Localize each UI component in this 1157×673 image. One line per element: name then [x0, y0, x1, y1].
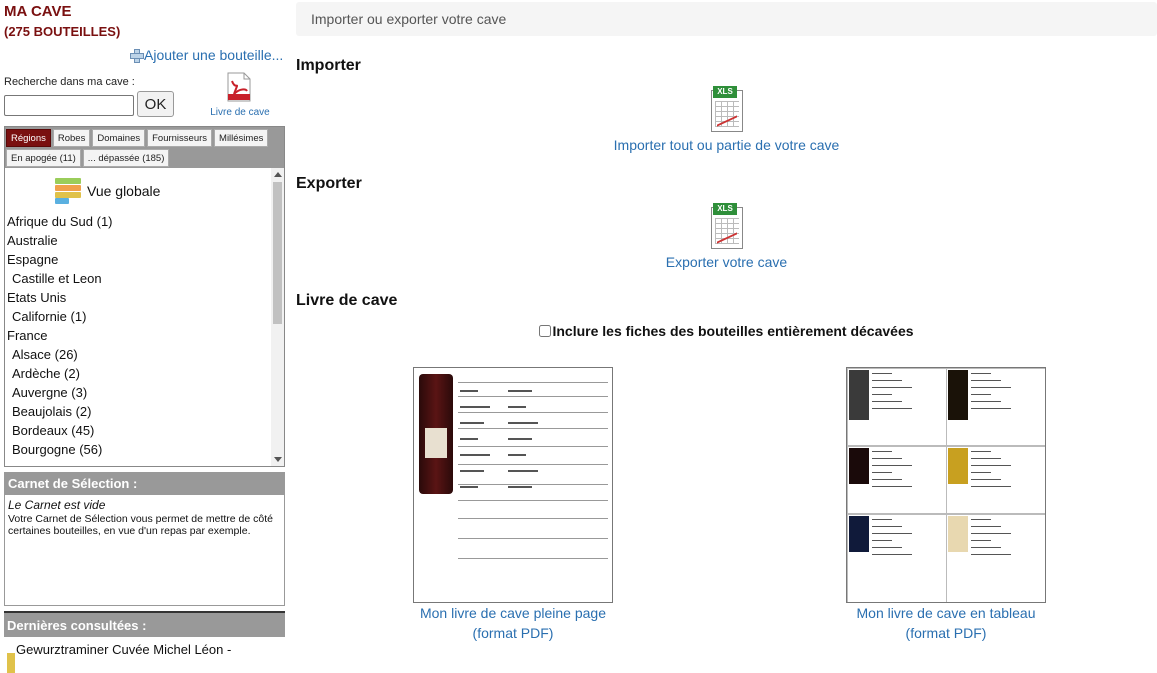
region-scrollbar[interactable]	[271, 168, 284, 466]
region-item[interactable]: Castille et Leon	[7, 269, 113, 288]
overview-icon	[55, 178, 81, 204]
add-bottle-label: Ajouter une bouteille...	[144, 47, 284, 63]
search-ok-button[interactable]: OK	[137, 91, 174, 117]
scroll-down-icon[interactable]	[274, 457, 282, 462]
import-title: Importer	[296, 57, 361, 74]
region-item[interactable]: France	[7, 326, 113, 345]
tab-en-apogee[interactable]: En apogée (11)	[6, 149, 81, 167]
livre-pleine-page-thumbnail[interactable]	[413, 367, 613, 603]
xls-import-icon[interactable]: XLS	[709, 86, 745, 134]
region-item[interactable]: Ardèche (2)	[7, 364, 113, 383]
tab-row-1: Régions Robes Domaines Fournisseurs Mill…	[6, 129, 269, 147]
regions: Afrique du Sud (1) Australie Espagne Castil…	[7, 212, 113, 459]
tab-domaines[interactable]: Domaines	[92, 129, 146, 147]
export-title: Exporter	[296, 175, 362, 192]
region-item[interactable]: Auvergne (3)	[7, 383, 113, 402]
scroll-up-icon[interactable]	[274, 172, 282, 177]
wine-color-swatch	[7, 653, 15, 673]
pdf-icon[interactable]	[226, 72, 252, 102]
recent-item[interactable]: Gewurztraminer Cuvée Michel Léon -	[16, 642, 231, 657]
tab-robes[interactable]: Robes	[52, 129, 91, 147]
scroll-thumb[interactable]	[273, 182, 282, 324]
region-item[interactable]: Beaujolais (2)	[7, 402, 113, 421]
add-bottle-link[interactable]: Ajouter une bouteille...	[130, 47, 283, 63]
tab-regions[interactable]: Régions	[6, 129, 51, 147]
region-item[interactable]: Bordeaux (45)	[7, 421, 113, 440]
include-label[interactable]: Inclure les fiches des bouteilles entièr…	[552, 323, 913, 339]
region-item[interactable]: Afrique du Sud (1)	[7, 212, 113, 231]
region-item[interactable]: Etats Unis	[7, 288, 113, 307]
bottle-count: (275 BOUTEILLES)	[4, 24, 121, 39]
livre-tableau-link[interactable]: Mon livre de cave en tableau (format PDF…	[846, 603, 1046, 643]
include-option: Inclure les fiches des bouteilles entièr…	[296, 323, 1157, 339]
region-item[interactable]: Alsace (26)	[7, 345, 113, 364]
livre-de-cave-link[interactable]: Livre de cave	[210, 107, 270, 118]
carnet-header: Carnet de Sélection :	[5, 473, 284, 495]
main-content: Importer ou exporter votre cave Importer…	[296, 0, 1157, 664]
export-link[interactable]: Exporter votre cave	[296, 254, 1157, 270]
region-item[interactable]: Californie (1)	[7, 307, 113, 326]
plus-icon	[130, 49, 144, 63]
livre-pleine-page-link[interactable]: Mon livre de cave pleine page (format PD…	[413, 603, 613, 643]
include-checkbox[interactable]	[539, 325, 552, 337]
search-label: Recherche dans ma cave :	[4, 76, 135, 88]
carnet-description: Votre Carnet de Sélection vous permet de…	[8, 513, 273, 537]
search-input[interactable]	[4, 95, 134, 116]
cave-title: MA CAVE	[4, 3, 72, 20]
region-item[interactable]: Australie	[7, 231, 113, 250]
carnet-empty-text: Le Carnet est vide	[8, 498, 106, 512]
vue-globale-link[interactable]: Vue globale	[55, 178, 160, 204]
tab-depassee[interactable]: ... dépassée (185)	[82, 149, 170, 167]
livre-title: Livre de cave	[296, 292, 398, 309]
carnet-panel: Carnet de Sélection : Le Carnet est vide…	[4, 472, 285, 606]
filter-tabs-panel: Régions Robes Domaines Fournisseurs Mill…	[4, 126, 285, 467]
recent-panel: Dernières consultées : Gewurztraminer Cu…	[4, 611, 285, 673]
tab-row-2: En apogée (11) ... dépassée (185)	[6, 149, 170, 167]
tab-millesimes[interactable]: Millésimes	[214, 129, 269, 147]
xls-export-icon[interactable]: XLS	[709, 203, 745, 251]
tab-fournisseurs[interactable]: Fournisseurs	[147, 129, 213, 147]
import-link[interactable]: Importer tout ou partie de votre cave	[296, 137, 1157, 153]
vue-globale-label: Vue globale	[87, 183, 161, 199]
region-list: Vue globale Afrique du Sud (1) Australie E…	[5, 168, 284, 466]
recent-header: Dernières consultées :	[4, 613, 285, 637]
sidebar: MA CAVE (275 BOUTEILLES) Ajouter une bou…	[0, 0, 288, 673]
region-item[interactable]: Espagne	[7, 250, 113, 269]
region-item[interactable]: Bourgogne (56)	[7, 440, 113, 459]
page-header: Importer ou exporter votre cave	[296, 2, 1157, 36]
livre-tableau-thumbnail[interactable]	[846, 367, 1046, 603]
